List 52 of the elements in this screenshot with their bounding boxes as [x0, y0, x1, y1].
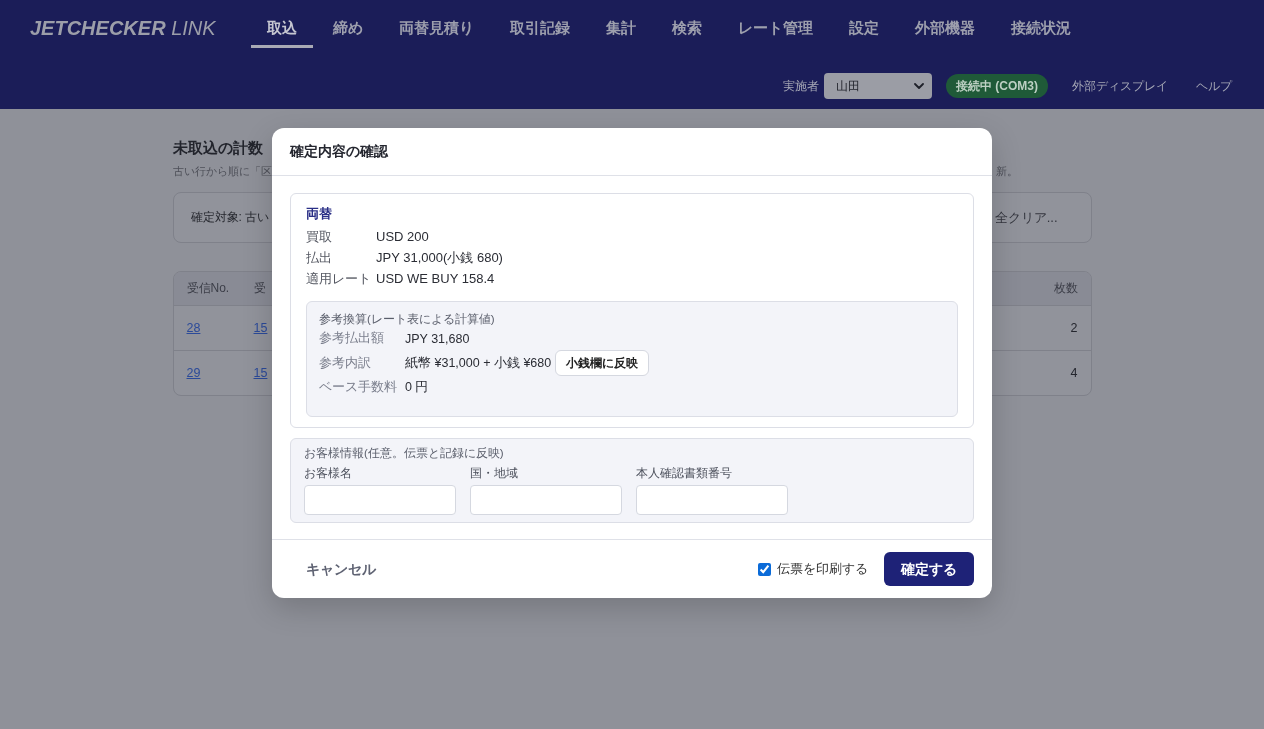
nav-tab[interactable]: 取引記録	[493, 10, 586, 48]
checkbox-label: 伝票を印刷する	[777, 560, 868, 578]
input-label: 本人確認書類番号	[636, 465, 732, 481]
checkbox[interactable]	[758, 562, 771, 576]
panel-title: お客様情報(任意。伝票と記録に反映)	[304, 446, 505, 461]
page-title: 未取込の計数	[172, 138, 263, 158]
nav-tab[interactable]: レート管理	[721, 10, 829, 48]
column-header: 枚数	[1053, 280, 1078, 297]
column-header: 受	[253, 280, 266, 297]
field-label: 払出	[306, 249, 332, 267]
table-cell: 4	[1070, 366, 1078, 380]
field-label: 参考内訳	[319, 354, 371, 372]
field-label: 参考払出額	[319, 330, 384, 347]
column-header: 受信No.	[186, 280, 230, 297]
dialog-title: 確定内容の確認	[290, 142, 388, 161]
cancel-button[interactable]: キャンセル	[290, 552, 392, 586]
confirm-button[interactable]: 確定する	[884, 552, 974, 586]
nav-tab[interactable]: 外部機器	[898, 10, 991, 48]
operator-select[interactable]: 山田	[824, 73, 932, 99]
panel-title: 参考換算(レート表による計算値)	[319, 312, 496, 327]
nav-tab[interactable]: 検索	[655, 10, 718, 48]
connection-status-badge: 接続中 (COM3)	[946, 74, 1048, 98]
field-value: JPY 31,000(小銭 680)	[376, 249, 503, 267]
field-label: 買取	[306, 228, 332, 246]
chevron-down-icon	[914, 83, 924, 89]
nav-tab[interactable]: 締め	[316, 10, 379, 48]
clear-all-button[interactable]: 全クリア...	[979, 203, 1073, 232]
nav-tab[interactable]: 集計	[589, 10, 652, 48]
text-input[interactable]	[470, 485, 622, 515]
nav-tab[interactable]: 両替見積り	[382, 10, 490, 48]
target-text: 確定対象: 古い	[190, 209, 270, 226]
input-label: 国・地域	[470, 465, 518, 481]
nav-tab[interactable]: 接続状況	[994, 10, 1087, 48]
section-heading: 両替	[306, 205, 333, 223]
nav-tab[interactable]: 取込	[250, 10, 313, 48]
text-input[interactable]	[636, 485, 788, 515]
apply-button[interactable]: 小銭欄に反映	[555, 350, 650, 376]
app-logo: JETCHECKER LINK	[30, 16, 216, 41]
header-link[interactable]: 外部ディスプレイ	[1058, 78, 1182, 94]
field-value: JPY 31,680	[405, 331, 470, 346]
nav-tab[interactable]: 設定	[832, 10, 895, 48]
table-cell: 2	[1070, 321, 1078, 335]
operator-label: 実施者	[783, 78, 819, 94]
header-link[interactable]: ヘルプ	[1182, 78, 1246, 94]
field-label: 適用レート	[306, 270, 371, 288]
field-value: USD 200	[376, 228, 429, 246]
text-input[interactable]	[304, 485, 456, 515]
field-value: 紙幣 ¥31,000 + 小銭 ¥680	[405, 354, 552, 372]
field-value: USD WE BUY 158.4	[376, 270, 495, 288]
field-value: 0 円	[405, 379, 429, 396]
field-label: ベース手数料	[319, 379, 397, 396]
input-label: お客様名	[304, 465, 352, 481]
